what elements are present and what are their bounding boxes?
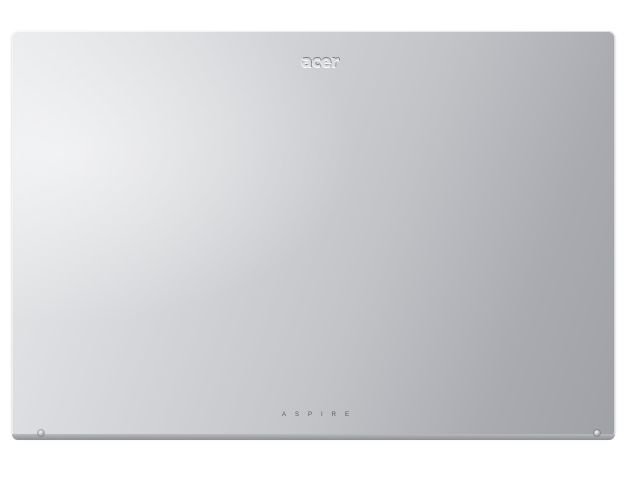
acer-logo-icon: acer <box>280 52 360 72</box>
screw-icon <box>594 430 600 436</box>
series-badge: ASPIRE <box>281 412 358 418</box>
brand-logo-text: acer <box>301 52 339 71</box>
laptop-lid <box>12 31 615 438</box>
screw-icon <box>38 430 44 436</box>
laptop-lid-edge <box>12 434 615 440</box>
product-photo: acer ASPIRE <box>0 0 640 480</box>
